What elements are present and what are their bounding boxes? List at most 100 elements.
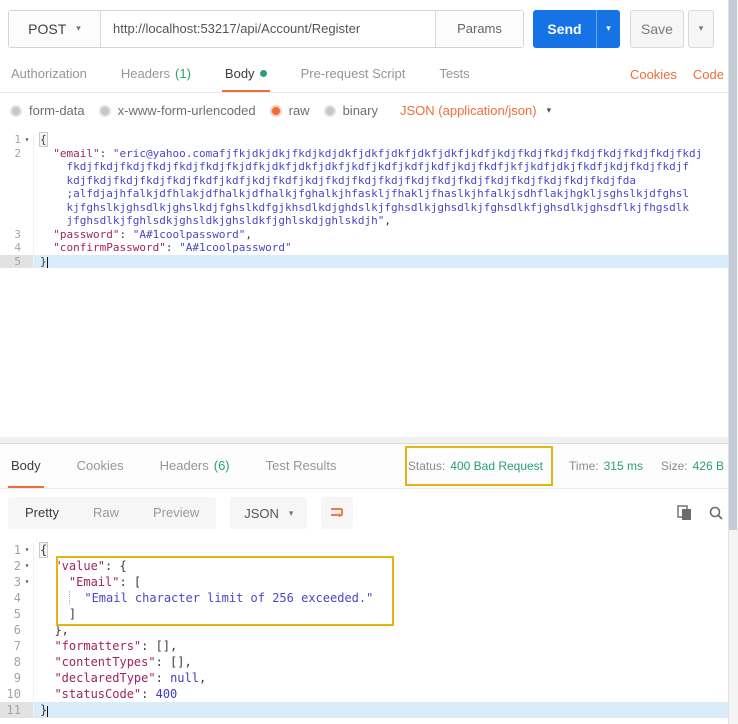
- send-options-button[interactable]: ▾: [596, 10, 620, 48]
- body-set-dot-icon: [260, 70, 267, 77]
- code-line: 4 "Email character limit of 256 exceeded…: [0, 590, 738, 606]
- tab-headers[interactable]: Headers (1): [118, 57, 194, 92]
- line-number-gutter: 11: [0, 702, 34, 718]
- code-line: 2▾ "value": {: [0, 558, 738, 574]
- postman-window: POST ▾ Params Send ▾ Save ▾ Authorizatio…: [0, 0, 738, 724]
- code-line: 5 ]: [0, 606, 738, 622]
- tab-body[interactable]: Body: [222, 57, 270, 92]
- response-tab-test-results[interactable]: Test Results: [263, 444, 340, 488]
- view-preview-button[interactable]: Preview: [136, 497, 216, 529]
- line-number-gutter: 6: [0, 622, 34, 638]
- code-line-text: fkdjfkdjfkdjfkdjfkdjfkdjfkjdfkjdkfjdkfjd…: [34, 160, 738, 174]
- response-toolbar: Pretty Raw Preview JSON ▾: [0, 489, 738, 537]
- radio-icon: [10, 105, 22, 117]
- line-number: 1: [14, 542, 21, 558]
- response-format-selector[interactable]: JSON ▾: [230, 497, 307, 529]
- headers-count-badge: (1): [175, 66, 191, 81]
- copy-button[interactable]: [677, 505, 692, 521]
- code-line-text: jfghsdlkjfghlsdkjghsldkjghsldkfjghlskdjg…: [34, 214, 738, 228]
- chevron-down-icon: ▾: [606, 23, 611, 34]
- code-line: 1▾{: [0, 542, 738, 558]
- radio-urlencoded[interactable]: x-www-form-urlencoded: [99, 103, 256, 118]
- url-input[interactable]: [101, 11, 435, 47]
- method-selector[interactable]: POST ▾: [9, 11, 101, 47]
- vertical-scrollbar-thumb[interactable]: [729, 0, 737, 530]
- response-tab-body[interactable]: Body: [8, 444, 44, 488]
- line-number: 11: [7, 702, 21, 718]
- response-tab-cookies[interactable]: Cookies: [74, 444, 127, 488]
- vertical-scrollbar-track[interactable]: [728, 0, 738, 724]
- fold-toggle-icon[interactable]: ▾: [21, 558, 33, 574]
- line-number-gutter: 9: [0, 670, 34, 686]
- response-meta-bar: Body Cookies Headers (6) Test Results St…: [0, 443, 738, 489]
- search-button[interactable]: [708, 505, 724, 521]
- code-line: jfghsdlkjfghlsdkjghsldkjghsldkfjghlskdjg…: [0, 214, 738, 228]
- fold-toggle-icon[interactable]: ▾: [21, 542, 33, 558]
- radio-binary[interactable]: binary: [324, 103, 378, 118]
- code-line-text: },: [34, 622, 738, 638]
- line-number: 3: [14, 574, 21, 590]
- line-number-gutter: 10: [0, 686, 34, 702]
- code-line-text: "email": "eric@yahoo.comafjfkjdkjdkjfkdj…: [34, 147, 738, 161]
- code-line: 11}: [0, 702, 738, 718]
- code-line: 1▾{: [0, 133, 738, 147]
- code-line-text: }: [34, 702, 738, 718]
- line-number: 8: [14, 654, 21, 670]
- save-options-button[interactable]: ▾: [688, 10, 714, 48]
- code-line-text: "confirmPassword": "A#1coolpassword": [34, 241, 738, 255]
- code-line-text: "declaredType": null,: [34, 670, 738, 686]
- line-number-gutter: [0, 187, 34, 201]
- line-number-gutter: 1▾: [0, 133, 34, 147]
- response-stats: Status: 400 Bad Request Time: 315 ms Siz…: [400, 444, 724, 488]
- line-number-gutter: 8: [0, 654, 34, 670]
- send-group: Send ▾: [533, 10, 620, 48]
- code-line: 8 "contentTypes": [],: [0, 654, 738, 670]
- fold-toggle-icon[interactable]: ▾: [21, 574, 33, 590]
- line-number-gutter: [0, 214, 34, 228]
- code-line: fkdjfkdjfkdjfkdjfkdjfkdjfkjdfkjdkfjdkfjd…: [0, 160, 738, 174]
- code-line: 4 "confirmPassword": "A#1coolpassword": [0, 241, 738, 255]
- save-button[interactable]: Save: [630, 10, 684, 48]
- chevron-down-icon: ▾: [547, 105, 552, 116]
- fold-toggle-icon[interactable]: ▾: [21, 133, 33, 147]
- view-pretty-button[interactable]: Pretty: [8, 497, 76, 529]
- request-body-editor[interactable]: 1▾{2 "email": "eric@yahoo.comafjfkjdkjdk…: [0, 128, 738, 437]
- line-number-gutter: 1▾: [0, 542, 34, 558]
- response-tab-headers[interactable]: Headers (6): [157, 444, 233, 488]
- line-number-gutter: [0, 201, 34, 215]
- line-number: 4: [14, 590, 21, 606]
- line-number: 1: [14, 133, 21, 147]
- tab-tests[interactable]: Tests: [436, 57, 472, 92]
- code-line: 2 "email": "eric@yahoo.comafjfkjdkjdkjfk…: [0, 147, 738, 161]
- view-raw-button[interactable]: Raw: [76, 497, 136, 529]
- content-type-selector[interactable]: JSON (application/json) ▾: [400, 103, 551, 118]
- code-line-text: ;alfdjajhfalkjdfhlakjdfhalkjdfhalkjfghal…: [34, 187, 738, 201]
- cookies-link[interactable]: Cookies: [630, 67, 677, 82]
- tab-prerequest-script[interactable]: Pre-request Script: [298, 57, 409, 92]
- code-line-text: kdjfkdjfkdjfkdjfkdjfkdfjkdfjkdjfkdfjkdjf…: [34, 174, 738, 188]
- send-button[interactable]: Send: [533, 10, 596, 48]
- code-link[interactable]: Code: [693, 67, 724, 82]
- response-headers-count-badge: (6): [214, 458, 230, 473]
- line-number: 2: [14, 147, 21, 161]
- code-line: 6 },: [0, 622, 738, 638]
- line-number-gutter: 5: [0, 606, 34, 622]
- params-button[interactable]: Params: [435, 11, 523, 47]
- radio-raw[interactable]: raw: [270, 103, 310, 118]
- response-body-editor[interactable]: 1▾{2▾ "value": {3▾ "Email": [4 "Email ch…: [0, 537, 738, 724]
- code-line-text: {: [34, 133, 738, 147]
- word-wrap-button[interactable]: [321, 497, 353, 529]
- code-line-text: "value": {: [34, 558, 738, 574]
- code-line-text: "password": "A#1coolpassword",: [34, 228, 738, 242]
- radio-form-data[interactable]: form-data: [10, 103, 85, 118]
- tab-authorization[interactable]: Authorization: [8, 57, 90, 92]
- line-number: 9: [14, 670, 21, 686]
- status-stat: Status: 400 Bad Request: [400, 459, 551, 473]
- line-number-gutter: 4: [0, 590, 34, 606]
- code-line-text: "Email character limit of 256 exceeded.": [34, 590, 738, 606]
- line-number-gutter: 4: [0, 241, 34, 255]
- radio-selected-icon: [270, 105, 282, 117]
- tabbar-links: Cookies Code: [630, 57, 724, 92]
- line-number: 3: [14, 228, 21, 242]
- line-number-gutter: 5: [0, 255, 34, 269]
